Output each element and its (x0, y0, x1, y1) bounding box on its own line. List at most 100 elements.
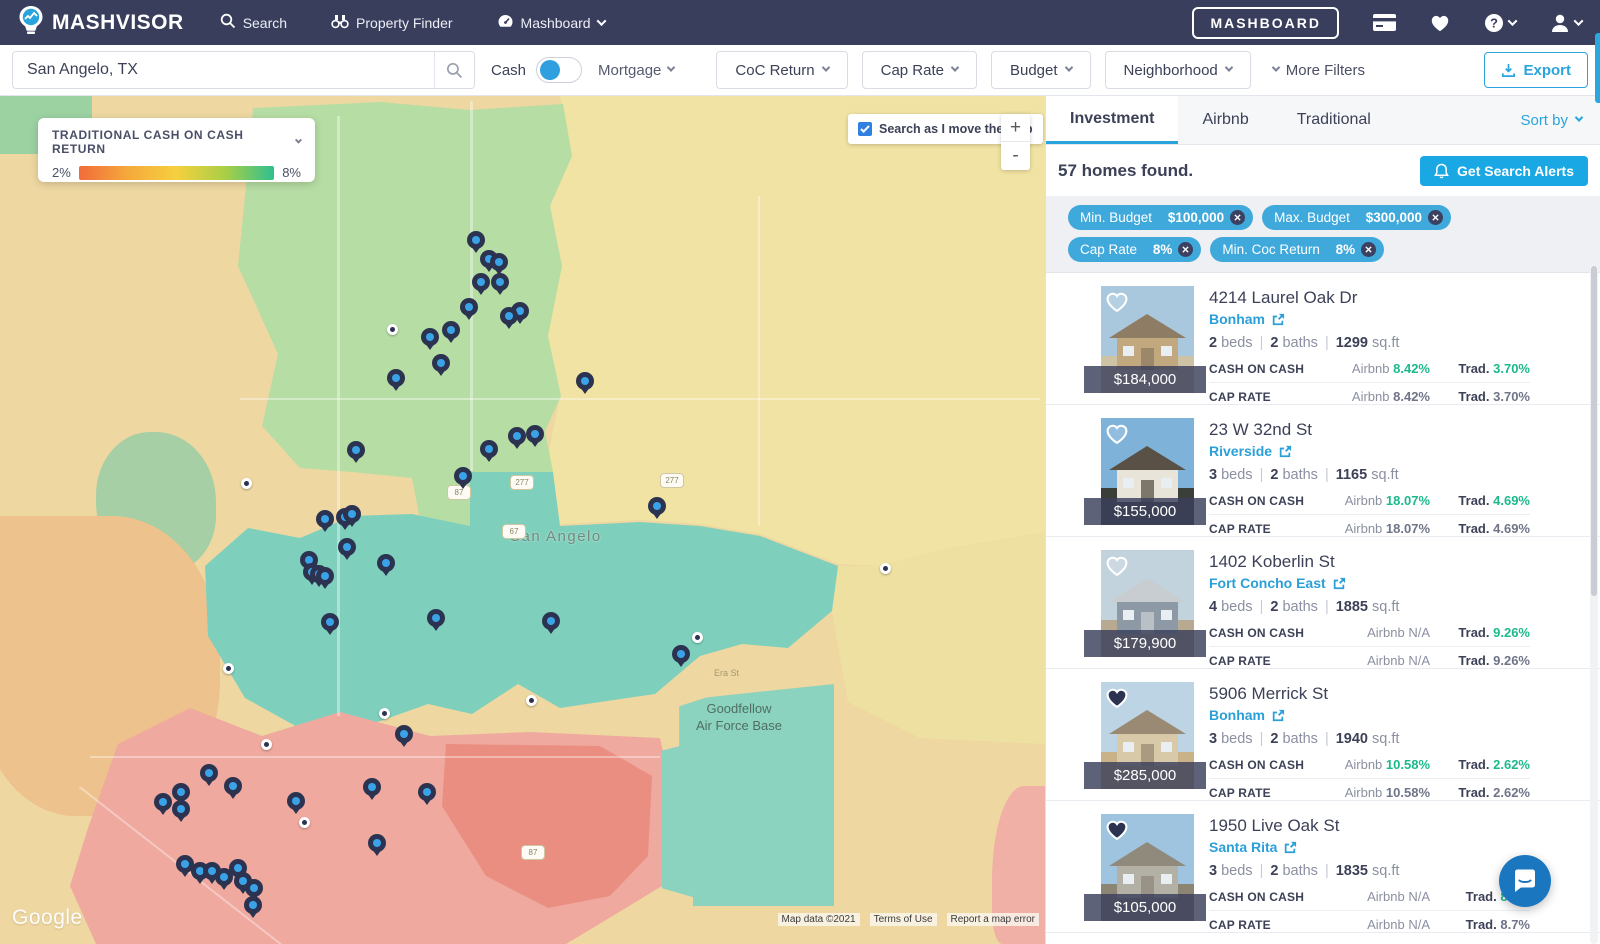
map-property-pin[interactable] (224, 777, 242, 795)
map-property-pin[interactable] (245, 879, 263, 897)
tab-airbnb[interactable]: Airbnb (1178, 96, 1272, 144)
map-property-pin[interactable] (172, 783, 190, 801)
help-menu[interactable]: ? (1484, 13, 1516, 33)
map-property-pin[interactable] (421, 328, 439, 346)
mashvisor-logo[interactable]: MASHVISOR (18, 5, 184, 40)
map-property-pin[interactable] (200, 764, 218, 782)
nav-property-finder[interactable]: Property Finder (331, 13, 452, 32)
map-property-dot[interactable] (241, 478, 252, 489)
favorite-heart-icon[interactable] (1104, 818, 1130, 846)
legend-dropdown[interactable]: TRADITIONAL CASH ON CASH RETURN (52, 128, 301, 156)
map-property-pin[interactable] (491, 273, 509, 291)
neighborhood-link[interactable]: Santa Rita (1209, 839, 1530, 855)
map-property-dot[interactable] (387, 324, 398, 335)
zoom-in-button[interactable]: + (1001, 114, 1030, 142)
report-map-error-link[interactable]: Report a map error (947, 913, 1039, 926)
map-property-pin[interactable] (672, 645, 690, 663)
map-property-pin[interactable] (480, 440, 498, 458)
favorite-heart-icon[interactable] (1104, 422, 1130, 450)
export-button[interactable]: Export (1484, 52, 1588, 88)
scrollbar-thumb[interactable] (1591, 266, 1597, 596)
map-property-pin[interactable] (442, 321, 460, 339)
map-property-pin[interactable] (395, 725, 413, 743)
map-property-pin[interactable] (460, 298, 478, 316)
remove-chip-icon[interactable] (1178, 242, 1193, 257)
neighborhood-link[interactable]: Riverside (1209, 443, 1530, 459)
sort-by-dropdown[interactable]: Sort by (1502, 96, 1600, 144)
map-property-dot[interactable] (379, 708, 390, 719)
map-property-pin[interactable] (316, 510, 334, 528)
map-property-pin[interactable] (368, 834, 386, 852)
cap-rate-filter-button[interactable]: Cap Rate (862, 51, 977, 89)
mortgage-dropdown[interactable]: Mortgage (598, 62, 674, 79)
map-property-pin[interactable] (154, 793, 172, 811)
tab-investment[interactable]: Investment (1046, 96, 1178, 144)
map-property-pin[interactable] (363, 778, 381, 796)
neighborhood-link[interactable]: Bonham (1209, 311, 1530, 327)
map-property-pin[interactable] (576, 372, 594, 390)
map-property-pin[interactable] (172, 800, 190, 818)
map-property-dot[interactable] (261, 739, 272, 750)
map-property-pin[interactable] (347, 441, 365, 459)
property-card[interactable]: $179,900 1402 Koberlin St Fort Concho Ea… (1046, 537, 1600, 669)
property-card[interactable]: $285,000 5906 Merrick St Bonham 3 beds|2… (1046, 669, 1600, 801)
map-property-dot[interactable] (526, 695, 537, 706)
property-card[interactable]: $184,000 4214 Laurel Oak Dr Bonham 2 bed… (1046, 273, 1600, 405)
billing-card-icon[interactable] (1373, 14, 1396, 31)
terms-of-use-link[interactable]: Terms of Use (870, 913, 937, 926)
favorites-heart-icon[interactable] (1430, 14, 1450, 32)
side-feedback-tab[interactable] (1595, 33, 1600, 103)
nav-search[interactable]: Search (220, 13, 287, 32)
map-property-pin[interactable] (432, 354, 450, 372)
neighborhood-link[interactable]: Bonham (1209, 707, 1530, 723)
search-as-move-checkbox[interactable] (858, 122, 872, 136)
map-property-pin[interactable] (500, 307, 518, 325)
account-menu[interactable] (1550, 13, 1582, 33)
map-property-dot[interactable] (880, 563, 891, 574)
map-property-pin[interactable] (490, 253, 508, 271)
coc-return-filter-button[interactable]: CoC Return (716, 51, 847, 89)
map-property-pin[interactable] (343, 505, 361, 523)
get-search-alerts-button[interactable]: Get Search Alerts (1420, 156, 1588, 186)
map-property-dot[interactable] (692, 632, 703, 643)
neighborhood-link[interactable]: Fort Concho East (1209, 575, 1530, 591)
nav-mashboard[interactable]: Mashboard (497, 13, 605, 32)
search-input[interactable] (13, 61, 434, 79)
map-property-pin[interactable] (244, 896, 262, 914)
map-property-pin[interactable] (648, 497, 666, 515)
neighborhood-filter-button[interactable]: Neighborhood (1105, 51, 1251, 89)
map-property-pin[interactable] (338, 538, 356, 556)
map-property-pin[interactable] (526, 425, 544, 443)
map-property-pin[interactable] (377, 554, 395, 572)
favorite-heart-icon[interactable] (1104, 290, 1130, 318)
search-submit-button[interactable] (434, 52, 474, 88)
map-canvas[interactable]: San Angelo GoodfellowAir Force Base Era … (0, 96, 1045, 944)
property-card[interactable]: $155,000 23 W 32nd St Riverside 3 beds|2… (1046, 405, 1600, 537)
map-property-pin[interactable] (321, 613, 339, 631)
remove-chip-icon[interactable] (1230, 210, 1245, 225)
map-property-pin[interactable] (454, 467, 472, 485)
chat-launcher-button[interactable] (1499, 855, 1551, 907)
more-filters-link[interactable]: More Filters (1273, 62, 1365, 79)
map-property-pin[interactable] (542, 612, 560, 630)
budget-filter-button[interactable]: Budget (991, 51, 1091, 89)
map-property-pin[interactable] (427, 609, 445, 627)
map-property-dot[interactable] (299, 817, 310, 828)
map-property-pin[interactable] (287, 792, 305, 810)
map-property-pin[interactable] (508, 427, 526, 445)
tab-traditional[interactable]: Traditional (1273, 96, 1395, 144)
favorite-heart-icon[interactable] (1104, 554, 1130, 582)
remove-chip-icon[interactable] (1361, 242, 1376, 257)
remove-chip-icon[interactable] (1428, 210, 1443, 225)
map-property-pin[interactable] (387, 369, 405, 387)
mashboard-button[interactable]: MASHBOARD (1192, 7, 1339, 39)
map-property-pin[interactable] (467, 231, 485, 249)
map-property-pin[interactable] (418, 783, 436, 801)
favorite-heart-icon[interactable] (1104, 686, 1130, 714)
zoom-out-button[interactable]: - (1001, 142, 1030, 170)
cash-mortgage-toggle[interactable] (536, 57, 582, 83)
map-property-dot[interactable] (223, 663, 234, 674)
cash-toggle-label: Cash (491, 62, 526, 79)
map-property-pin[interactable] (316, 567, 334, 585)
map-property-pin[interactable] (472, 273, 490, 291)
